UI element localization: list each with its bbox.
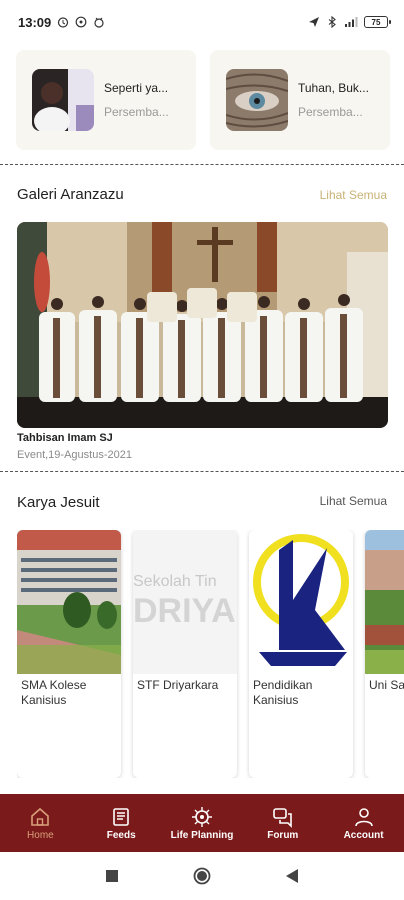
gallery-see-all-link[interactable]: Lihat Semua [320,188,387,202]
karya-card-1-image [17,530,121,674]
system-navigation-bar [0,852,404,900]
karya-card-4-label: Uni San Dha [369,678,404,692]
bottom-navigation: Home Feeds Life Planning Forum Account [0,794,404,852]
top-card-1-image [32,69,94,131]
karya-card-2-image: Sekolah Tin DRIYA [133,530,237,674]
battery-icon: 75 [364,16,391,28]
karya-card-2-image-text-1: Sekolah Tin [133,573,217,590]
square-icon [106,870,118,882]
top-card-1-title: Seperti ya... [104,81,169,95]
status-time: 13:09 [18,14,52,30]
feeds-icon [113,807,129,826]
top-cards-carousel: Seperti ya... Persemba... Tuhan, Buk... … [16,50,404,150]
gallery-featured-image[interactable] [17,222,388,428]
top-card-2-subtitle: Persemba... [298,105,363,119]
battery-level: 75 [371,17,381,27]
section-divider [0,471,404,472]
location-icon [309,17,319,27]
karya-card-3-image [249,530,353,674]
karya-card-1[interactable]: SMA Kolese Kanisius [17,530,121,778]
karya-card-3-label: Pendidikan Kanisius [253,678,313,707]
circle-icon [193,867,211,885]
bluetooth-icon [328,16,336,28]
top-card-2-image [226,69,288,131]
home-button[interactable] [192,866,212,886]
home-icon [31,807,50,826]
top-card-1-subtitle: Persemba... [104,105,169,119]
nav-item-home[interactable]: Home [0,806,80,841]
karya-card-2-label: STF Driyarkara [137,678,219,692]
status-bar: 13:09 75 [0,0,404,44]
section-divider [0,164,404,165]
back-button[interactable] [282,866,302,886]
nav-label-home: Home [27,829,54,841]
top-card-2[interactable]: Tuhan, Buk... Persemba... [210,50,390,150]
karya-card-1-label: SMA Kolese Kanisius [21,678,87,707]
nav-item-forum[interactable]: Forum [243,806,323,841]
top-card-2-title: Tuhan, Buk... [298,81,369,95]
karya-card-3[interactable]: Pendidikan Kanisius [249,530,353,778]
nav-item-account[interactable]: Account [324,806,404,841]
gallery-date: Event,19-Agustus-2021 [17,449,132,461]
top-card-1[interactable]: Seperti ya... Persemba... [16,50,196,150]
signal-icon [345,17,358,27]
nav-label-feeds: Feeds [106,829,136,841]
life-planning-icon [191,806,212,827]
nav-label-life-planning: Life Planning [170,829,234,841]
back-triangle-icon [286,869,298,883]
account-icon [354,807,373,826]
karya-section-title: Karya Jesuit [17,494,100,511]
nav-item-feeds[interactable]: Feeds [81,806,161,841]
recent-apps-button[interactable] [102,866,122,886]
karya-card-2[interactable]: Sekolah Tin DRIYA STF Driyarkara [133,530,237,778]
forum-icon [272,807,292,828]
notification-icon [94,17,104,28]
karya-see-all-link[interactable]: Lihat Semua [320,494,387,508]
karya-carousel: SMA Kolese Kanisius Sekolah Tin DRIYA ST… [17,530,404,778]
nav-label-account: Account [343,829,384,841]
whatsapp-icon [75,16,87,28]
karya-card-4[interactable]: Uni San Dha [365,530,404,778]
nav-label-forum: Forum [267,829,299,841]
gallery-caption: Tahbisan Imam SJ [17,432,113,444]
gallery-section-title: Galeri Aranzazu [17,186,124,203]
karya-card-2-image-text-2: DRIYA [133,592,236,630]
nav-item-life-planning[interactable]: Life Planning [162,806,242,841]
karya-card-4-image [365,530,404,674]
alarm-icon [58,17,69,28]
